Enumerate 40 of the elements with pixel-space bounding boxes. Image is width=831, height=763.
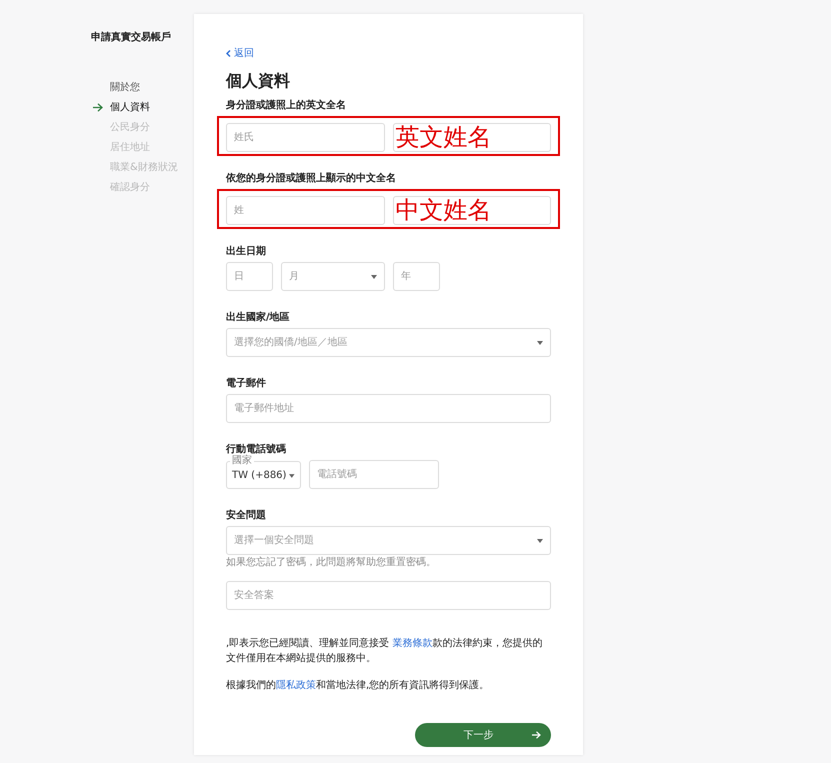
sidebar-step[interactable]: 關於您 — [93, 77, 194, 97]
select-field[interactable]: 月 — [281, 262, 385, 291]
caret-icon — [289, 474, 295, 478]
input-field[interactable]: 日 — [226, 262, 273, 291]
caret-icon — [371, 274, 377, 278]
next-button[interactable]: 下一步 — [415, 723, 551, 747]
input-field[interactable]: 英文姓名 — [392, 123, 551, 152]
sidebar-step[interactable]: 個人資料 — [93, 97, 194, 117]
arrow-icon — [93, 103, 103, 112]
back-link[interactable]: 返回 — [226, 46, 254, 61]
link[interactable]: 業務條款 — [392, 638, 432, 649]
input-field[interactable]: 電話號碼 — [309, 460, 439, 489]
sidebar-title: 申請真實交易帳戶 — [91, 30, 172, 45]
field-label: 依您的身分證或護照上顯示的中文全名 — [226, 172, 397, 186]
chevron-left-icon — [226, 50, 231, 57]
input-field[interactable]: 中文姓名 — [392, 196, 551, 225]
country-code-select[interactable]: 國家 TW (+886) — [226, 456, 301, 489]
annotation-text: 英文姓名 — [396, 124, 492, 151]
caret-icon — [537, 538, 543, 542]
input-field[interactable]: 年 — [393, 262, 440, 291]
field-label: 安全問題 — [226, 509, 267, 523]
terms-text: 根據我們的隱私政策和當地法律,您的所有資訊將得到保護。 — [226, 678, 490, 693]
select-field[interactable]: 選擇一個安全問題 — [226, 526, 551, 555]
terms-text: ,即表示您已經閱讀、理解並同意接受 業務條款款的法律約束，您提供的文件僅用在本網站提供的服務中。 — [226, 636, 544, 666]
field-label: 出生國家/地區 — [226, 311, 291, 325]
field-label: 出生日期 — [226, 245, 267, 259]
field-label: 行動電話號碼 — [226, 443, 287, 455]
caret-icon — [537, 340, 543, 344]
page-title: 個人資料 — [226, 70, 291, 92]
input-field[interactable]: 電子郵件地址 — [226, 394, 551, 423]
link[interactable]: 隱私政策 — [276, 680, 316, 691]
input-field[interactable]: 姓氏 — [226, 123, 384, 152]
input-field[interactable]: 姓 — [226, 196, 384, 225]
field-label: 電子郵件 — [226, 377, 267, 391]
input-field[interactable]: 安全答案 — [226, 581, 551, 610]
hint-text: 如果您忘記了密碼，此問題將幫助您重置密碼。 — [226, 557, 437, 569]
arrow-right-icon — [532, 731, 541, 739]
select-field[interactable]: 選擇您的國僑/地區／地區 — [226, 328, 551, 357]
field-label: 身分證或護照上的英文全名 — [226, 99, 347, 113]
annotation-text: 中文姓名 — [396, 197, 492, 224]
